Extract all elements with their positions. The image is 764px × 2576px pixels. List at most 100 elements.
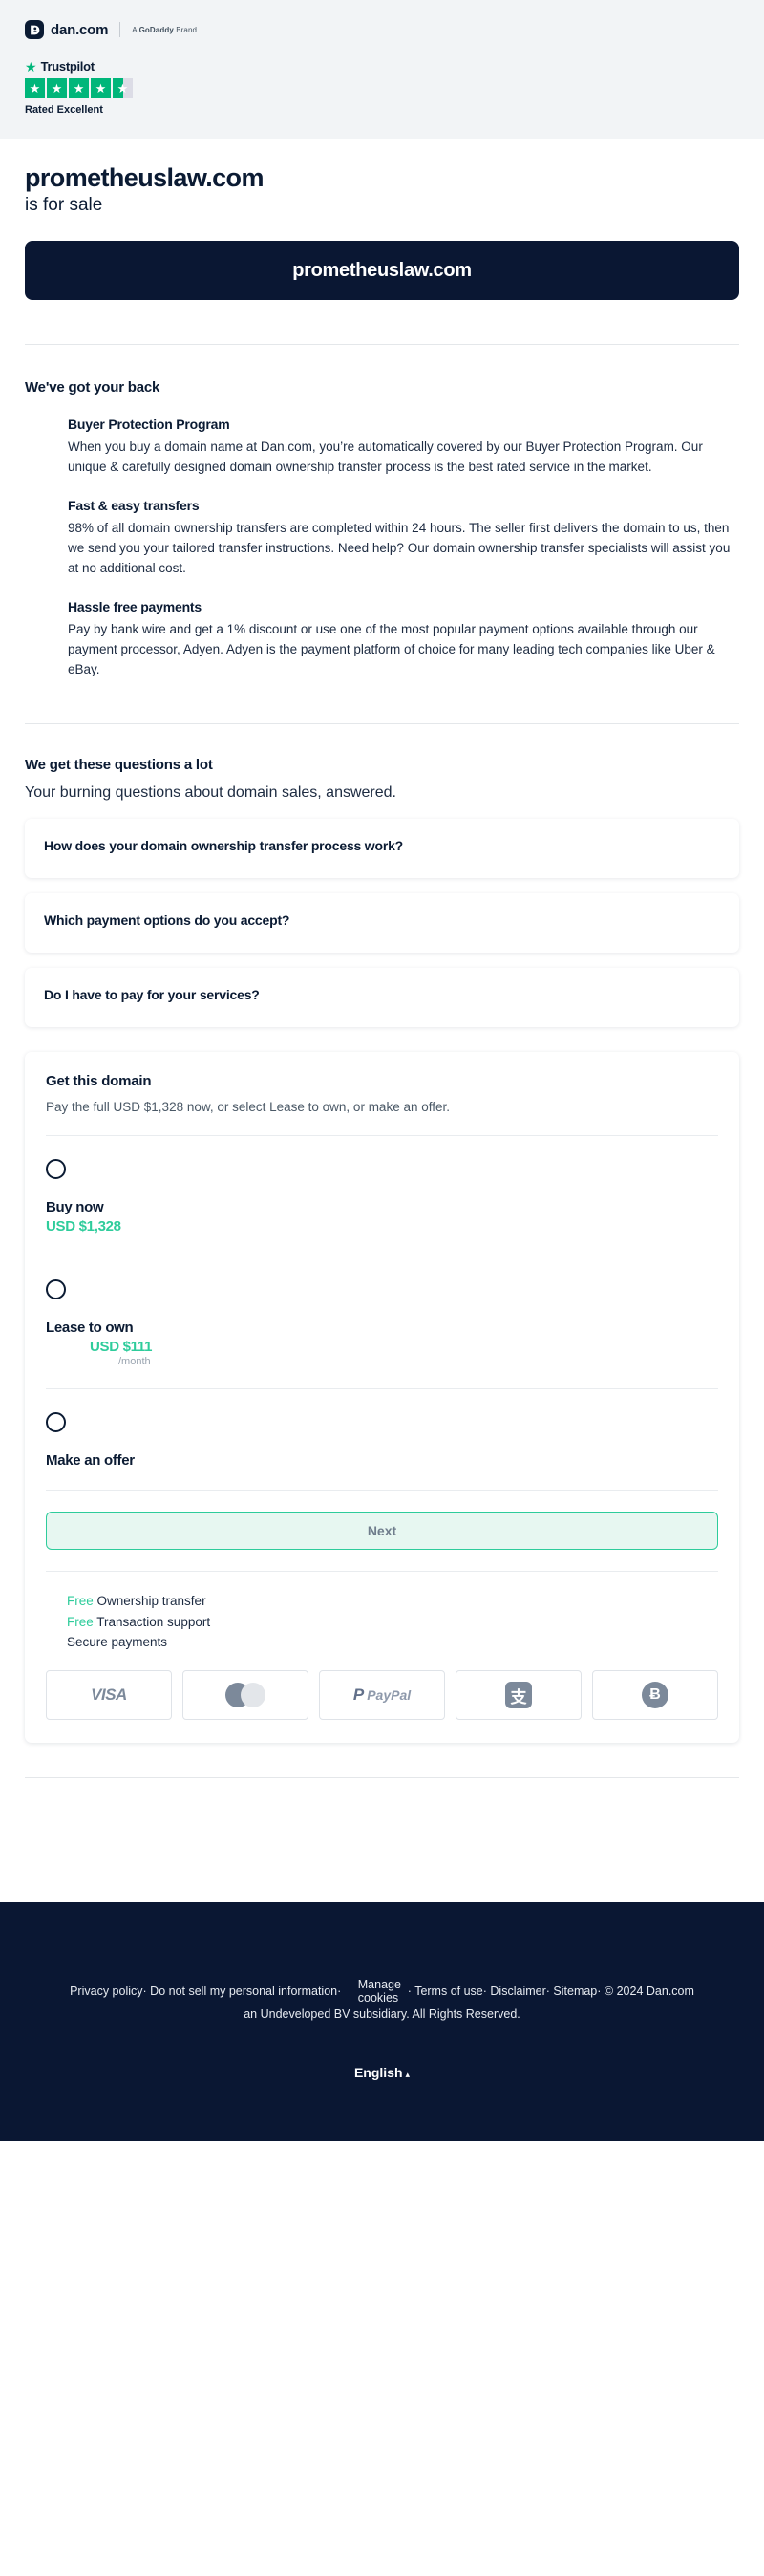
buybox-header: Get this domain Pay the full USD $1,328 … (25, 1052, 739, 1136)
next-button[interactable]: Next (46, 1511, 718, 1550)
visa-card-logo: VISA (46, 1670, 172, 1721)
footer-links: Privacy policy · Do not sell my personal … (19, 1978, 745, 2023)
brand-divider (119, 22, 121, 37)
radio-lease-to-own[interactable] (46, 1278, 66, 1299)
option-price: USD $1,328 (46, 1217, 121, 1234)
footer-link-do-not-sell[interactable]: Do not sell my personal information (150, 1985, 337, 1998)
perk-free-badge: Free (67, 1614, 94, 1629)
trustpilot-widget[interactable]: ★ Trustpilot ★ ★ ★ ★ ★ Rated Excellent (25, 59, 139, 116)
mastercard-circles-icon (225, 1683, 265, 1708)
faq-list: How does your domain ownership transfer … (25, 819, 739, 1028)
dan-logo-text: dan.com (51, 21, 109, 38)
footer-link-terms-of-use[interactable]: Terms of use (414, 1985, 483, 1998)
footer-link-sitemap[interactable]: Sitemap (553, 1985, 597, 1998)
hero-subtitle: is for sale (25, 195, 103, 216)
star-half-icon: ★ (113, 78, 133, 98)
footer-separator: · (337, 1985, 342, 1999)
feature-body: Pay by bank wire and get a 1% discount o… (68, 621, 715, 676)
star-filled-icon: ★ (91, 78, 111, 98)
perk-list: Free Ownership transfer Free Transaction… (25, 1572, 739, 1654)
option-label: Make an offer (46, 1451, 135, 1469)
next-button-wrap: Next (25, 1491, 739, 1572)
star-filled-icon: ★ (47, 78, 67, 98)
godaddy-brand-label: A GoDaddy Brand (132, 26, 197, 34)
get-this-domain-panel: Get this domain Pay the full USD $1,328 … (25, 1052, 739, 1744)
purchase-option-make-an-offer[interactable]: Make an offer (25, 1389, 739, 1491)
feature-item: Buyer Protection Program When you buy a … (68, 417, 739, 478)
godaddy-name: GoDaddy (138, 25, 174, 34)
feature-body: 98% of all domain ownership transfers ar… (68, 520, 731, 575)
footer-separator: · (482, 1985, 487, 1999)
trustpilot-star-icon: ★ (25, 58, 37, 75)
faq-heading: We get these questions a lot (25, 757, 213, 774)
alipay-icon: 支 (505, 1682, 532, 1709)
alipay-card-logo: 支 (456, 1670, 582, 1721)
faq-question: How does your domain ownership transfer … (44, 838, 404, 854)
dan-logo[interactable]: dan.com (25, 20, 108, 39)
feature-body: When you buy a domain name at Dan.com, y… (68, 440, 703, 474)
footer-separator: · (597, 1985, 602, 1999)
godaddy-suffix: Brand (173, 25, 198, 34)
dan-monogram-icon (25, 20, 44, 39)
faq-accordion-item[interactable]: Do I have to pay for your services? (25, 968, 739, 1028)
bottom-spacer (0, 1778, 764, 1902)
footer-separator: · (545, 1985, 550, 1999)
brand-row: dan.com A GoDaddy Brand (25, 17, 739, 42)
trustpilot-rating-label: Rated Excellent (25, 104, 103, 116)
site-footer: Privacy policy · Do not sell my personal … (0, 1902, 764, 2141)
visa-wordmark: VISA (91, 1685, 127, 1705)
option-label: Lease to own (46, 1319, 134, 1336)
trustpilot-name: Trustpilot (40, 59, 96, 74)
option-price: USD $111 (90, 1338, 153, 1355)
page-root: dan.com A GoDaddy Brand ★ Trustpilot ★ ★… (0, 0, 764, 2141)
hero-section: prometheuslaw.com is for sale prometheus… (0, 139, 764, 301)
trustpilot-header: ★ Trustpilot (25, 59, 139, 74)
paypal-wordmark: P PayPal (353, 1685, 411, 1705)
payment-method-logos: VISA P PayPal 支 Ƀ (25, 1653, 739, 1743)
perk-text: Ownership transfer (93, 1593, 206, 1608)
got-your-back-section: We've got your back Buyer Protection Pro… (0, 345, 764, 679)
faq-question: Do I have to pay for your services? (44, 987, 260, 1003)
page-title: prometheuslaw.com (25, 163, 264, 192)
mastercard-card-logo (182, 1670, 308, 1721)
language-selector[interactable]: English ▴ (19, 2065, 745, 2080)
trustpilot-star-rating: ★ ★ ★ ★ ★ (25, 78, 139, 98)
feature-item: Hassle free payments Pay by bank wire an… (68, 599, 739, 680)
faq-accordion-item[interactable]: Which payment options do you accept? (25, 893, 739, 954)
faq-question: Which payment options do you accept? (44, 912, 290, 929)
perk-item: Secure payments (67, 1632, 718, 1653)
feature-title: Hassle free payments (68, 598, 202, 614)
star-filled-icon: ★ (25, 78, 45, 98)
radio-buy-now[interactable] (46, 1158, 66, 1179)
bitcoin-card-logo: Ƀ (592, 1670, 718, 1721)
footer-link-privacy-policy[interactable]: Privacy policy (70, 1985, 142, 1998)
faq-accordion-item[interactable]: How does your domain ownership transfer … (25, 819, 739, 879)
purchase-option-buy-now[interactable]: Buy now USD $1,328 (25, 1136, 739, 1256)
paypal-text: PayPal (367, 1687, 412, 1704)
paypal-p-icon: P (352, 1685, 365, 1705)
feature-title: Fast & easy transfers (68, 497, 200, 513)
feature-title: Buyer Protection Program (68, 417, 230, 433)
language-label: English (353, 2064, 403, 2080)
site-header: dan.com A GoDaddy Brand ★ Trustpilot ★ ★… (0, 0, 764, 139)
domain-banner-text: prometheuslaw.com (292, 259, 472, 281)
buybox-title: Get this domain (46, 1073, 152, 1090)
faq-lead: Your burning questions about domain sale… (25, 784, 396, 802)
chevron-up-icon: ▴ (405, 2069, 411, 2079)
perk-text: Transaction support (93, 1614, 211, 1629)
faq-section: We get these questions a lot Your burnin… (0, 724, 764, 1028)
footer-subsidiary: an Undeveloped BV subsidiary. All Rights… (244, 2007, 520, 2021)
buybox-description: Pay the full USD $1,328 now, or select L… (46, 1100, 450, 1115)
footer-copyright: © 2024 Dan.com (604, 1985, 694, 1999)
feature-list: Buyer Protection Program When you buy a … (25, 417, 739, 679)
domain-banner: prometheuslaw.com (25, 241, 739, 301)
purchase-option-lease-to-own[interactable]: Lease to own USD $111 /month (25, 1256, 739, 1389)
paypal-card-logo: P PayPal (319, 1670, 445, 1721)
footer-link-disclaimer[interactable]: Disclaimer (490, 1985, 545, 1998)
option-price-period: /month (118, 1355, 151, 1367)
perk-free-badge: Free (67, 1593, 94, 1608)
bitcoin-icon: Ƀ (642, 1682, 668, 1709)
manage-cookies-button[interactable]: Manage cookies (345, 1978, 408, 2006)
footer-separator: · (407, 1985, 412, 1999)
radio-make-an-offer[interactable] (46, 1411, 66, 1432)
